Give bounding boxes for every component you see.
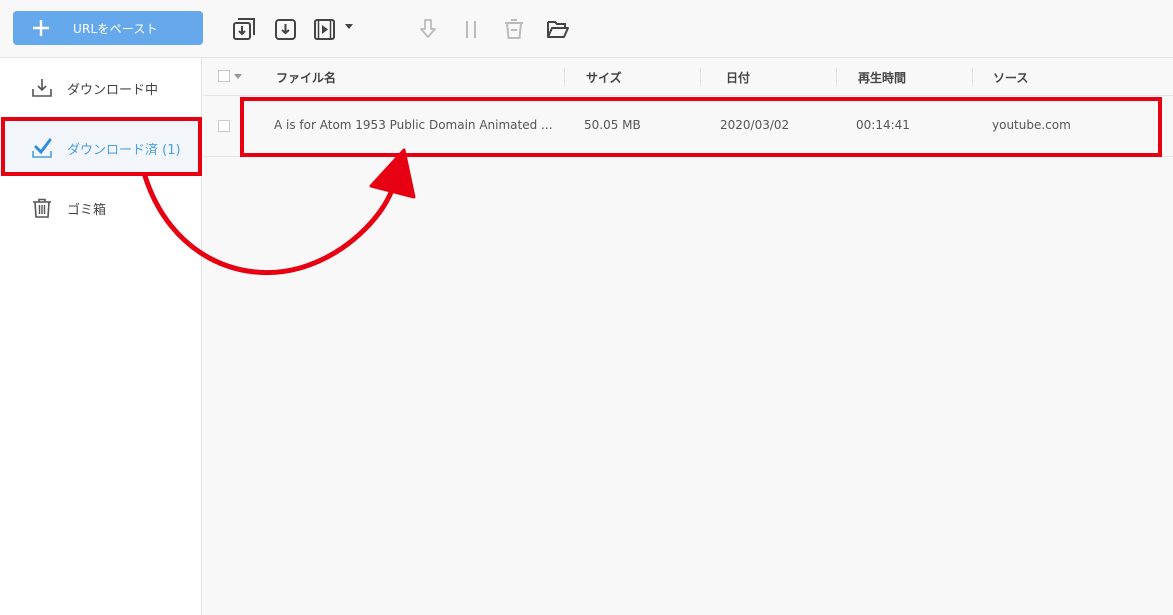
column-divider[interactable] xyxy=(972,68,973,86)
sidebar-item-label: ゴミ箱 xyxy=(67,202,107,218)
column-header-duration[interactable]: 再生時間 xyxy=(858,69,906,86)
sidebar-item-label: ダウンロード済 (1) xyxy=(67,142,181,158)
file-name: A is for Atom 1953 Public Domain Animate… xyxy=(274,118,553,132)
file-list: ファイル名 サイズ 日付 再生時間 ソース A is for Atom 1953… xyxy=(203,58,1173,615)
table-row[interactable]: A is for Atom 1953 Public Domain Animate… xyxy=(203,96,1173,157)
column-divider[interactable] xyxy=(836,68,837,86)
pause-icon[interactable] xyxy=(458,16,484,42)
column-divider[interactable] xyxy=(700,68,701,86)
column-header-date[interactable]: 日付 xyxy=(726,69,750,86)
open-folder-icon[interactable] xyxy=(545,16,571,42)
plus-icon xyxy=(33,20,49,36)
sidebar: ダウンロード中 ダウンロード済 (1) ゴミ箱 xyxy=(0,58,202,615)
video-convert-icon[interactable] xyxy=(312,16,338,42)
check-icon xyxy=(31,137,53,159)
download-tray-icon xyxy=(31,77,53,99)
file-duration: 00:14:41 xyxy=(856,118,910,132)
delete-icon[interactable] xyxy=(501,16,527,42)
download-icon[interactable] xyxy=(273,16,299,42)
file-date: 2020/03/02 xyxy=(720,118,790,132)
file-source: youtube.com xyxy=(992,118,1071,132)
select-all-checkbox[interactable] xyxy=(218,70,230,82)
dropdown-caret-icon[interactable] xyxy=(343,20,355,32)
paste-url-label: URLをペースト xyxy=(73,22,158,36)
column-header-source[interactable]: ソース xyxy=(993,69,1028,86)
sidebar-item-downloaded[interactable]: ダウンロード済 (1) xyxy=(0,120,201,176)
trash-icon xyxy=(31,197,53,219)
column-header-size[interactable]: サイズ xyxy=(586,69,622,86)
chevron-down-icon[interactable] xyxy=(234,74,242,79)
sidebar-item-downloading[interactable]: ダウンロード中 xyxy=(0,60,201,116)
row-checkbox[interactable] xyxy=(218,120,230,132)
column-divider[interactable] xyxy=(564,68,565,86)
toolbar: URLをペースト xyxy=(0,0,1173,58)
download-copy-icon[interactable] xyxy=(232,16,258,42)
file-size: 50.05 MB xyxy=(584,118,641,132)
paste-url-button[interactable]: URLをペースト xyxy=(13,11,203,45)
resume-icon[interactable] xyxy=(415,16,441,42)
table-header: ファイル名 サイズ 日付 再生時間 ソース xyxy=(203,58,1173,96)
column-header-filename[interactable]: ファイル名 xyxy=(276,69,336,86)
sidebar-item-trash[interactable]: ゴミ箱 xyxy=(0,180,201,236)
sidebar-item-label: ダウンロード中 xyxy=(67,82,159,98)
